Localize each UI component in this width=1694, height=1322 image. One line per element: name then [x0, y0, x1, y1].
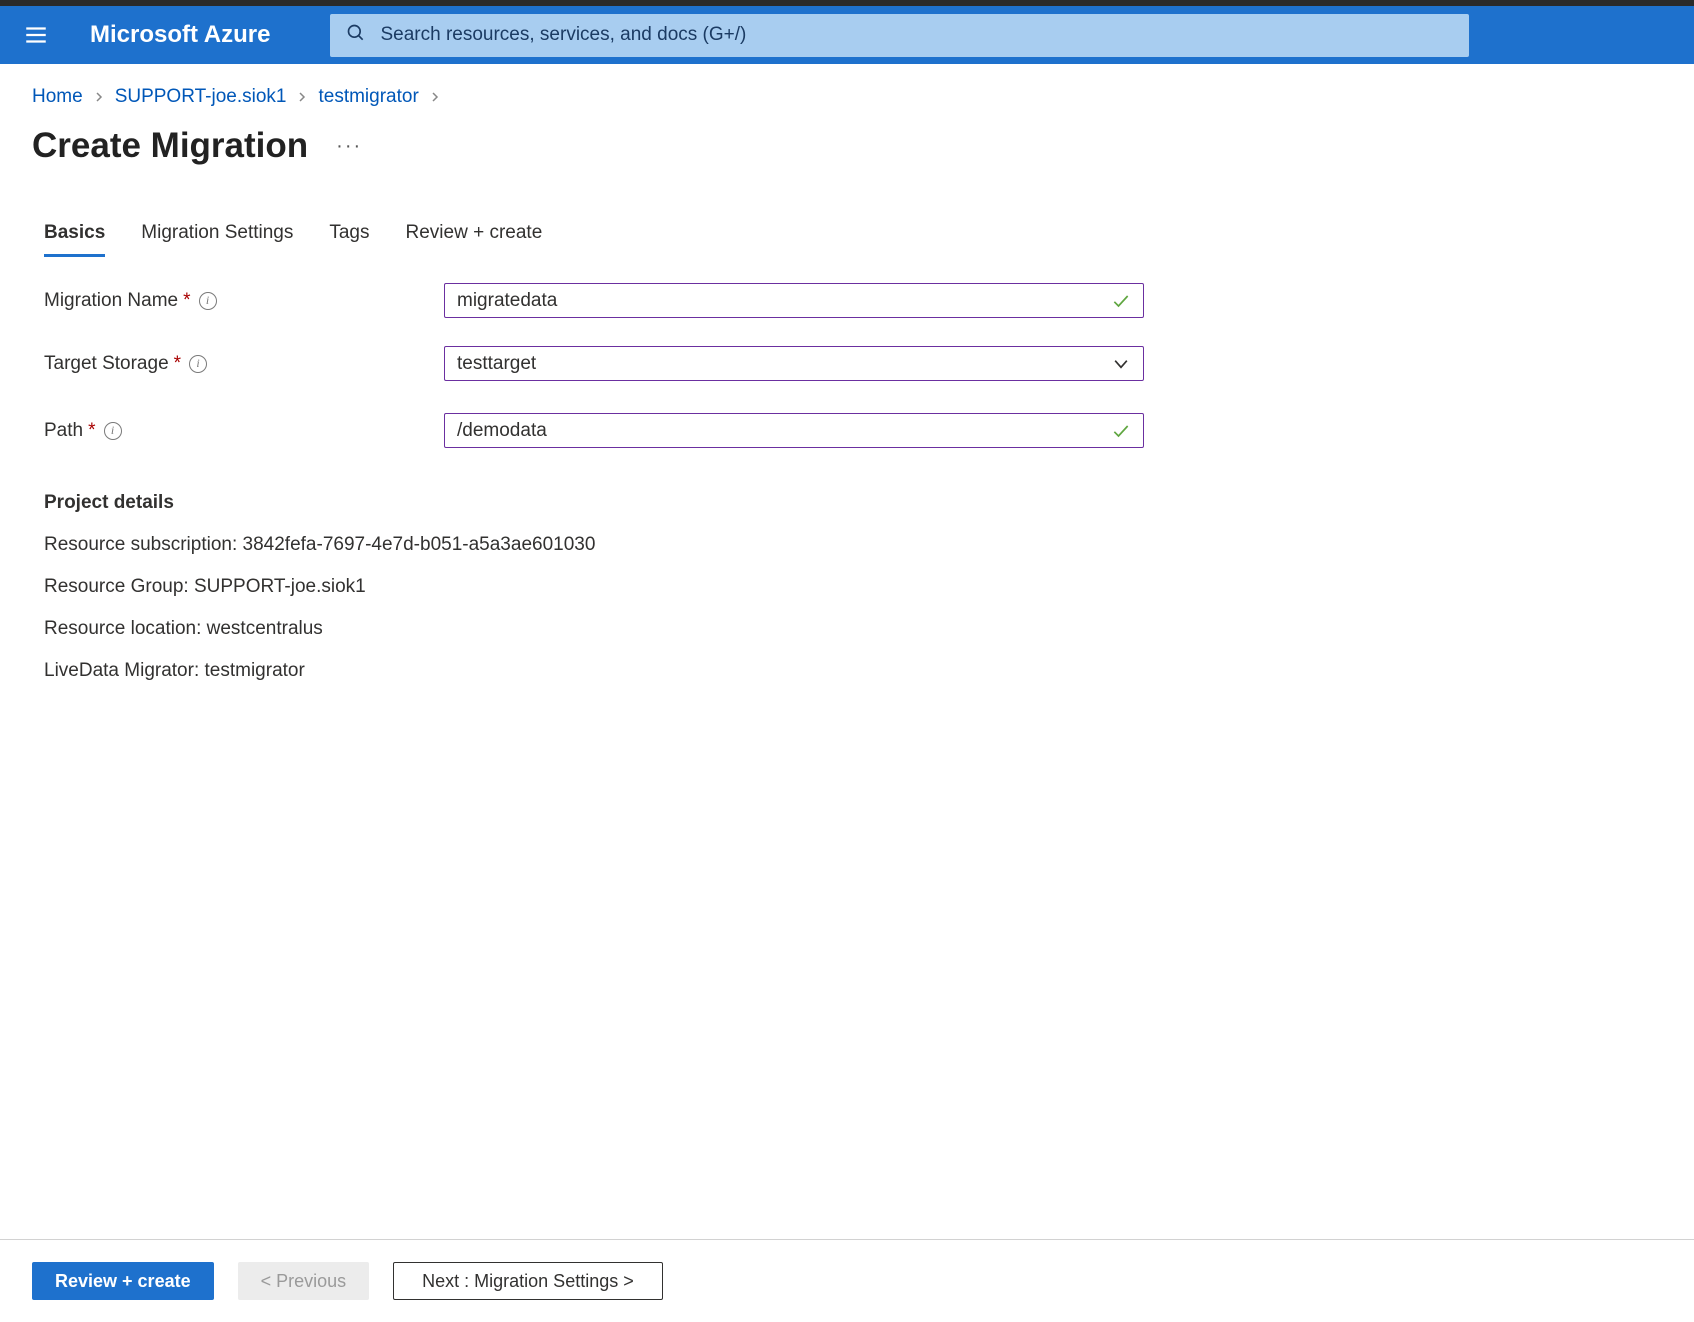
- portal-top-bar: Microsoft Azure: [0, 6, 1694, 64]
- tab-basics[interactable]: Basics: [44, 222, 105, 257]
- info-icon[interactable]: i: [104, 422, 122, 440]
- global-search[interactable]: [330, 14, 1469, 57]
- valid-check-icon: [1111, 421, 1131, 441]
- row-migration-name: Migration Name * i migratedata: [44, 283, 1650, 318]
- page-title: Create Migration: [32, 126, 308, 166]
- more-actions-button[interactable]: ···: [336, 135, 362, 158]
- migration-name-input[interactable]: migratedata: [444, 283, 1144, 318]
- breadcrumb-item-home[interactable]: Home: [32, 86, 83, 108]
- row-path: Path * i /demodata: [44, 413, 1650, 448]
- label-text: Path: [44, 420, 83, 442]
- chevron-right-icon: [296, 91, 308, 103]
- title-row: Create Migration ···: [0, 114, 1694, 182]
- migration-name-value: migratedata: [457, 290, 557, 312]
- required-asterisk: *: [88, 420, 95, 442]
- detail-resource-group: Resource Group: SUPPORT-joe.siok1: [0, 562, 1694, 604]
- tab-tags[interactable]: Tags: [329, 222, 369, 257]
- label-path: Path * i: [44, 420, 444, 442]
- path-input[interactable]: /demodata: [444, 413, 1144, 448]
- chevron-right-icon: [429, 91, 441, 103]
- previous-button: < Previous: [238, 1262, 370, 1300]
- tab-strip: Basics Migration Settings Tags Review + …: [0, 182, 1694, 257]
- target-storage-value: testtarget: [457, 353, 536, 375]
- row-target-storage: Target Storage * i testtarget: [44, 346, 1650, 381]
- target-storage-select[interactable]: testtarget: [444, 346, 1144, 381]
- info-icon[interactable]: i: [189, 355, 207, 373]
- brand-label[interactable]: Microsoft Azure: [90, 21, 270, 49]
- detail-subscription: Resource subscription: 3842fefa-7697-4e7…: [0, 520, 1694, 562]
- review-create-button[interactable]: Review + create: [32, 1262, 214, 1300]
- path-value: /demodata: [457, 420, 547, 442]
- label-text: Target Storage: [44, 353, 169, 375]
- required-asterisk: *: [174, 353, 181, 375]
- project-details-heading: Project details: [0, 476, 1694, 520]
- valid-check-icon: [1111, 291, 1131, 311]
- label-target-storage: Target Storage * i: [44, 353, 444, 375]
- search-icon: [346, 23, 366, 48]
- basics-form: Migration Name * i migratedata Target St…: [0, 257, 1694, 448]
- info-icon[interactable]: i: [199, 292, 217, 310]
- breadcrumb-item-support[interactable]: SUPPORT-joe.siok1: [115, 86, 287, 108]
- chevron-down-icon: [1111, 354, 1131, 374]
- detail-location: Resource location: westcentralus: [0, 604, 1694, 646]
- next-button[interactable]: Next : Migration Settings >: [393, 1262, 663, 1300]
- search-input[interactable]: [380, 24, 1453, 46]
- wizard-footer: Review + create < Previous Next : Migrat…: [0, 1239, 1694, 1322]
- breadcrumb: Home SUPPORT-joe.siok1 testmigrator: [0, 64, 1694, 114]
- menu-icon[interactable]: [0, 6, 72, 64]
- detail-migrator: LiveData Migrator: testmigrator: [0, 646, 1694, 688]
- chevron-right-icon: [93, 91, 105, 103]
- label-migration-name: Migration Name * i: [44, 290, 444, 312]
- tab-review-create[interactable]: Review + create: [406, 222, 543, 257]
- label-text: Migration Name: [44, 290, 178, 312]
- breadcrumb-item-testmigrator[interactable]: testmigrator: [318, 86, 418, 108]
- required-asterisk: *: [183, 290, 190, 312]
- tab-migration-settings[interactable]: Migration Settings: [141, 222, 293, 257]
